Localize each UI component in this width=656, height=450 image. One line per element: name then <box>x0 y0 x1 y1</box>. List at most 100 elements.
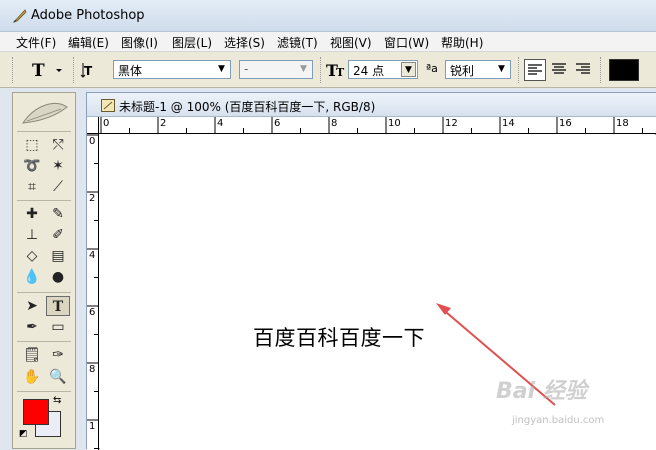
move-icon: ⤲ <box>52 137 64 153</box>
text-orientation-button[interactable]: T <box>79 59 101 81</box>
hand-tool[interactable]: ✋ <box>20 367 44 387</box>
type-tool-icon: T <box>32 61 62 81</box>
pen-icon: ✒ <box>26 319 38 335</box>
default-colors-icon[interactable]: ◩ <box>19 429 28 439</box>
title-bar: Adobe Photoshop <box>0 0 656 32</box>
ruler-label: 6 <box>89 307 96 318</box>
antialias-select[interactable]: 锐利 ▼ <box>445 60 511 79</box>
dodge-tool[interactable]: ● <box>46 267 70 287</box>
options-divider <box>600 57 604 83</box>
brush-tool[interactable]: ✎ <box>46 204 70 224</box>
ruler-origin[interactable] <box>87 117 99 134</box>
font-family-value: 黑体 <box>118 64 143 78</box>
ruler-label: 4 <box>89 250 96 261</box>
menu-image[interactable]: 图像(I) <box>121 34 158 51</box>
align-right-button[interactable] <box>573 59 595 81</box>
feather-logo-icon <box>21 103 68 124</box>
document-title-bar[interactable]: 未标题-1 @ 100% (百度百科百度一下, RGB/8) <box>87 93 656 117</box>
ruler-label: 2 <box>160 118 167 129</box>
ruler-label: 8 <box>89 364 96 375</box>
type-tool[interactable]: T <box>46 296 70 316</box>
ruler-label: 0 <box>89 136 96 147</box>
align-left-button[interactable] <box>524 59 546 81</box>
brush-icon: ✎ <box>52 206 64 222</box>
menu-view[interactable]: 视图(V) <box>330 34 372 51</box>
menu-bar: 文件(F) 编辑(E) 图像(I) 图层(L) 选择(S) 滤镜(T) 视图(V… <box>0 32 656 52</box>
toolbox-divider <box>17 292 71 293</box>
pen-tool[interactable]: ✒ <box>20 317 44 337</box>
crop-tool[interactable]: ⌗ <box>20 177 44 197</box>
menu-file[interactable]: 文件(F) <box>16 34 56 51</box>
tool-preset-picker[interactable]: T <box>28 59 62 81</box>
toolbox: ⬚ ⤲ ➰ ✶ ⌗ ⟋ ✚ ✎ ⊥ ✐ ◇ ▤ 💧 ● ➤ T ✒ ▭ 🗒 ✑ … <box>12 92 76 449</box>
gradient-tool[interactable]: ▤ <box>46 246 70 266</box>
options-bar: T T 黑体 ▼ - ▼ T T 24 点 ▼ ªa 锐利 ▼ <box>0 52 656 88</box>
align-center-button[interactable] <box>549 59 571 81</box>
font-size-value: 24 点 <box>353 64 385 78</box>
blur-tool[interactable]: 💧 <box>20 267 44 287</box>
slice-tool[interactable]: ⟋ <box>46 177 70 197</box>
swap-colors-icon[interactable]: ⇆ <box>53 395 61 406</box>
chevron-down-icon: ▼ <box>498 64 505 74</box>
document-icon <box>101 99 115 112</box>
move-tool[interactable]: ⤲ <box>46 135 70 155</box>
antialias-value: 锐利 <box>450 64 475 78</box>
app-title: Adobe Photoshop <box>31 8 145 23</box>
note-icon: 🗒 <box>23 347 41 363</box>
options-grip[interactable] <box>12 57 16 83</box>
svg-text:T: T <box>84 64 93 78</box>
font-style-select[interactable]: - ▼ <box>239 60 313 79</box>
vertical-ruler[interactable]: 0 2 4 6 8 1 <box>87 134 99 450</box>
ruler-label: 10 <box>388 118 401 129</box>
ruler-label: 18 <box>616 118 629 129</box>
options-divider <box>518 57 522 83</box>
vertical-ruler-ticks <box>87 134 98 449</box>
menu-select[interactable]: 选择(S) <box>224 34 265 51</box>
ruler-label: 12 <box>445 118 458 129</box>
menu-edit[interactable]: 编辑(E) <box>68 34 109 51</box>
marquee-tool[interactable]: ⬚ <box>20 135 44 155</box>
svg-text:T: T <box>32 61 45 81</box>
chevron-down-icon: ▼ <box>218 64 225 74</box>
stamp-icon: ⊥ <box>25 227 39 243</box>
foreground-color-swatch[interactable] <box>23 399 49 425</box>
lasso-tool[interactable]: ➰ <box>20 156 44 176</box>
ruler-label: 16 <box>559 118 572 129</box>
svg-text:T: T <box>336 66 345 79</box>
ruler-label: 14 <box>502 118 515 129</box>
healing-brush-tool[interactable]: ✚ <box>20 204 44 224</box>
watermark-url: jingyan.baidu.com <box>512 415 605 426</box>
zoom-tool[interactable]: 🔍 <box>46 367 70 387</box>
toolbox-divider <box>17 341 71 342</box>
menu-layer[interactable]: 图层(L) <box>172 34 212 51</box>
history-brush-icon: ✐ <box>52 227 64 243</box>
menu-help[interactable]: 帮助(H) <box>441 34 483 51</box>
text-color-swatch[interactable] <box>609 59 639 81</box>
lasso-icon: ➰ <box>23 158 41 174</box>
ruler-label: 0 <box>103 118 110 129</box>
align-right-icon <box>576 63 590 74</box>
chevron-down-icon: ▼ <box>300 64 307 74</box>
crop-icon: ⌗ <box>28 179 36 195</box>
font-family-select[interactable]: 黑体 ▼ <box>113 60 231 79</box>
ruler-label: 4 <box>217 118 224 129</box>
antialias-label: ªa <box>426 62 438 75</box>
path-selection-tool[interactable]: ➤ <box>20 296 44 316</box>
horizontal-ruler[interactable]: 0 2 4 6 8 10 12 14 16 18 <box>99 117 656 134</box>
menu-filter[interactable]: 滤镜(T) <box>277 34 318 51</box>
shape-tool[interactable]: ▭ <box>46 317 70 337</box>
eyedropper-tool[interactable]: ✑ <box>46 345 70 365</box>
eraser-tool[interactable]: ◇ <box>20 246 44 266</box>
notes-tool[interactable]: 🗒 <box>20 345 44 365</box>
ruler-label: 8 <box>331 118 338 129</box>
history-brush-tool[interactable]: ✐ <box>46 225 70 245</box>
font-size-select[interactable]: 24 点 ▼ <box>348 60 418 79</box>
menu-window[interactable]: 窗口(W) <box>384 34 429 51</box>
eyedropper-icon: ✑ <box>52 347 64 363</box>
font-style-value: - <box>244 62 249 76</box>
magic-wand-tool[interactable]: ✶ <box>46 156 70 176</box>
toolbox-divider <box>17 391 71 392</box>
marquee-icon: ⬚ <box>25 137 39 153</box>
clone-stamp-tool[interactable]: ⊥ <box>20 225 44 245</box>
arrow-icon: ➤ <box>26 298 38 314</box>
